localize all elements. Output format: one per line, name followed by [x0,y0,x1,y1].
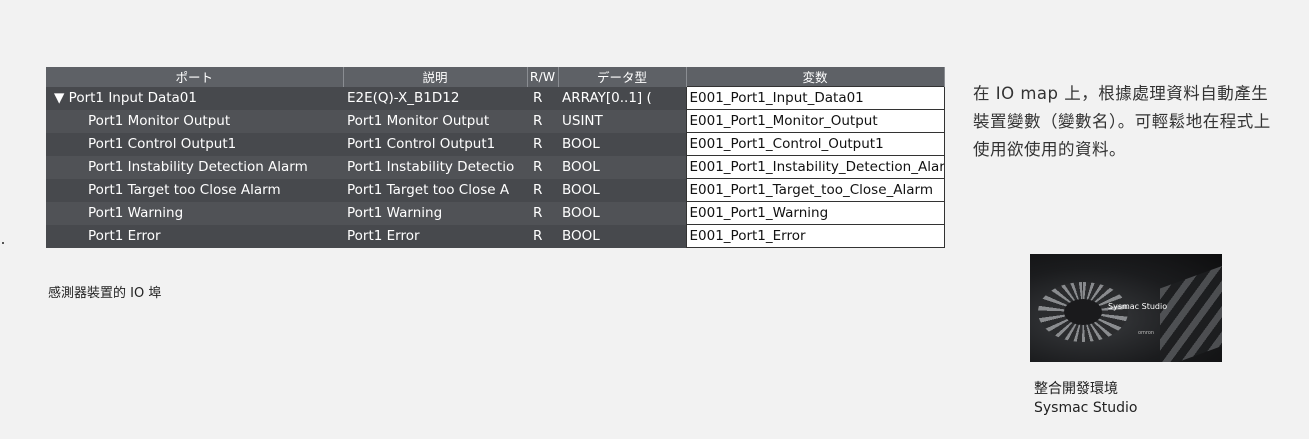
data-type-cell: BOOL [558,224,686,248]
table-row[interactable]: Port1 Target too Close Alarm Port1 Targe… [46,178,945,202]
port-cell[interactable]: ▼ Port1 Input Data01 [46,86,343,110]
io-map-table: ポート 説明 R/W データ型 変数 ▼ Port1 Input Data01 … [46,67,945,248]
description-cell: E2E(Q)-X_B1D12 [343,86,527,110]
description-cell: Port1 Warning [343,201,527,225]
dial-center [1064,299,1102,325]
port-cell: Port1 Control Output1 [46,132,343,156]
variable-cell[interactable]: E001_Port1_Error [685,224,945,248]
description-cell: Port1 Error [343,224,527,248]
table-header-row: ポート 説明 R/W データ型 変数 [46,67,945,87]
rw-cell: R [527,132,558,156]
description-cell: Port1 Instability Detectio [343,155,527,179]
header-variable[interactable]: 変数 [686,67,945,87]
data-type-cell: BOOL [558,201,686,225]
rw-cell: R [527,86,558,110]
header-data-type[interactable]: データ型 [558,67,687,87]
description-cell: Port1 Monitor Output [343,109,527,133]
port-cell: Port1 Warning [46,201,343,225]
rw-cell: R [527,178,558,202]
variable-cell[interactable]: E001_Port1_Warning [685,201,945,225]
caption-line-1: 整合開發環境 [1034,381,1118,397]
sysmac-studio-caption: 整合開發環境 Sysmac Studio [1034,380,1137,418]
header-port[interactable]: ポート [46,67,344,87]
table-row[interactable]: ▼ Port1 Input Data01 E2E(Q)-X_B1D12 R AR… [46,86,945,110]
thumbnail-logo-text: omron [1138,330,1155,336]
port-cell: Port1 Monitor Output [46,109,343,133]
blocks-graphic [1160,259,1222,362]
content-panel: ポート 説明 R/W データ型 変数 ▼ Port1 Input Data01 … [0,10,1309,439]
data-type-cell: BOOL [558,155,686,179]
header-description[interactable]: 説明 [343,67,528,87]
variable-cell[interactable]: E001_Port1_Monitor_Output [685,109,945,133]
port-cell: Port1 Target too Close Alarm [46,178,343,202]
variable-cell[interactable]: E001_Port1_Input_Data01 [685,86,945,110]
description-cell: Port1 Target too Close A [343,178,527,202]
header-rw[interactable]: R/W [527,67,559,87]
table-row[interactable]: Port1 Warning Port1 Warning R BOOL E001_… [46,201,945,225]
rw-cell: R [527,155,558,179]
data-type-cell: USINT [558,109,686,133]
data-type-cell: BOOL [558,132,686,156]
description-cell: Port1 Control Output1 [343,132,527,156]
table-row[interactable]: Port1 Control Output1 Port1 Control Outp… [46,132,945,156]
data-type-cell: BOOL [558,178,686,202]
table-row[interactable]: Port1 Instability Detection Alarm Port1 … [46,155,945,179]
table-row[interactable]: Port1 Error Port1 Error R BOOL E001_Port… [46,224,945,248]
thumbnail-brand-text: Sysmac Studio [1108,302,1168,311]
sysmac-studio-video-thumbnail[interactable]: Sysmac Studio omron [1030,254,1222,362]
variable-cell[interactable]: E001_Port1_Target_too_Close_Alarm [685,178,945,202]
caption-line-2: Sysmac Studio [1034,400,1138,416]
io-port-caption: 感測器裝置的 IO 埠 [48,286,162,301]
port-cell: Port1 Error [46,224,343,248]
data-type-cell: ARRAY[0..1] ( [558,86,686,110]
scroll-marker [2,242,4,244]
variable-cell[interactable]: E001_Port1_Instability_Detection_Alarm [685,155,945,179]
port-cell: Port1 Instability Detection Alarm [46,155,343,179]
variable-cell[interactable]: E001_Port1_Control_Output1 [685,132,945,156]
rw-cell: R [527,201,558,225]
feature-description: 在 IO map 上，根據處理資料自動產生裝置變數（變數名）。可輕鬆地在程式上使… [973,84,1271,159]
table-row[interactable]: Port1 Monitor Output Port1 Monitor Outpu… [46,109,945,133]
rw-cell: R [527,224,558,248]
rw-cell: R [527,109,558,133]
